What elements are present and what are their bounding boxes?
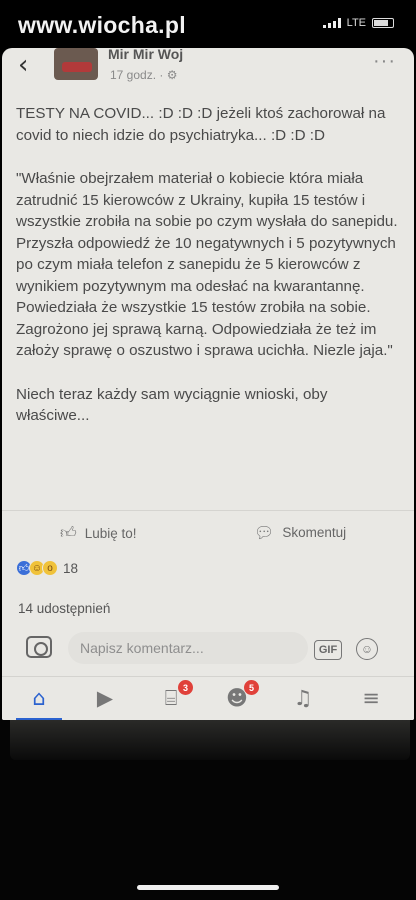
author-name[interactable]: Mir Mir Woj xyxy=(108,48,183,62)
avatar[interactable] xyxy=(54,48,98,80)
more-options-icon[interactable]: ··· xyxy=(373,50,396,73)
groups-badge: 5 xyxy=(244,680,259,695)
post-paragraph: "Właśnie obejrzałem materiał o kobiecie … xyxy=(16,170,398,359)
status-indicators: LTE xyxy=(322,17,394,29)
camera-icon[interactable] xyxy=(26,636,52,658)
phone-bezel xyxy=(0,720,416,900)
post-timestamp: 17 godz. · ⚙ xyxy=(110,68,178,82)
post-paragraph: Niech teraz każdy sam wyciągnie wnioski,… xyxy=(16,385,328,425)
comment-button[interactable]: 💬︎ Skomentuj xyxy=(254,523,346,542)
bottom-tab-bar: ⌂ ▶ ⌸ 3 ☻ 5 ♫ ≡ xyxy=(2,676,414,720)
video-icon[interactable]: ▶ xyxy=(88,683,122,713)
back-arrow-icon[interactable]: ‹ xyxy=(18,50,28,80)
like-button[interactable]: 👍︎ Lubię to! xyxy=(60,523,137,543)
emoji-icon[interactable]: ☺ xyxy=(356,638,378,660)
shares-count[interactable]: 14 udostępnień xyxy=(18,601,110,616)
post-paragraph: TESTY NA COVID... :D :D :D jeżeli ktoś z… xyxy=(16,105,386,144)
signal-icon xyxy=(322,18,341,28)
reactions-summary[interactable]: 👍︎ ☺ o 18 xyxy=(16,560,78,576)
home-icon[interactable]: ⌂ xyxy=(16,683,62,720)
comment-label: Skomentuj xyxy=(282,525,347,540)
battery-icon xyxy=(372,18,394,28)
status-bar: www.wiocha.pl LTE xyxy=(0,0,416,48)
bell-icon[interactable]: ♫ xyxy=(286,683,320,713)
post-header: ‹ Mir Mir Woj 17 godz. · ⚙ ··· xyxy=(2,48,414,94)
thumbs-up-icon: 👍︎ xyxy=(60,523,77,542)
watermark: www.wiocha.pl xyxy=(18,12,186,38)
menu-icon[interactable]: ≡ xyxy=(354,683,388,713)
comment-input[interactable] xyxy=(68,632,308,664)
post-text: TESTY NA COVID... :D :D :D jeżeli ktoś z… xyxy=(16,103,404,427)
home-indicator[interactable] xyxy=(137,885,279,890)
comment-composer: GIF ☺ xyxy=(2,630,414,670)
marketplace-badge: 3 xyxy=(178,680,193,695)
network-label: LTE xyxy=(346,17,366,29)
reaction-count: 18 xyxy=(63,560,79,576)
post-actions: 👍︎ Lubię to! 💬︎ Skomentuj xyxy=(2,510,414,546)
app-screen: ‹ Mir Mir Woj 17 godz. · ⚙ ··· TESTY NA … xyxy=(2,48,414,720)
gif-icon[interactable]: GIF xyxy=(314,640,342,660)
speech-bubble-icon: 💬︎ xyxy=(254,523,275,542)
marketplace-icon[interactable]: ⌸ 3 xyxy=(154,680,193,713)
groups-icon[interactable]: ☻ 5 xyxy=(220,680,259,713)
wow-reaction-icon: o xyxy=(42,560,58,576)
like-label: Lubię to! xyxy=(84,525,137,541)
